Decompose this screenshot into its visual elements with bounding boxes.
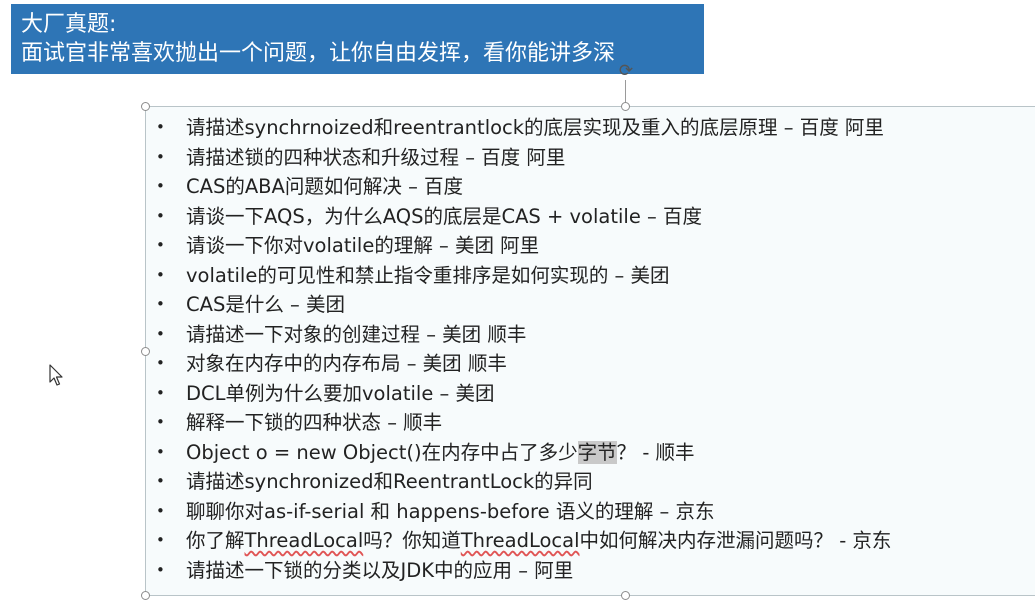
item-text-part: Object o = new Object()在内存中占了多少: [186, 440, 578, 464]
item-text: 请描述一下对象的创建过程 – 美团 顺丰: [186, 322, 527, 346]
item-text: 聊聊你对as-if-serial 和 happens-before 语义的理解 …: [186, 499, 715, 523]
item-text: 请描述synchrnoized和reentrantlock的底层实现及重入的底层…: [186, 116, 884, 139]
bullet: •: [156, 236, 165, 254]
list-item: • 对象在内存中的内存布局 – 美团 顺丰: [146, 350, 1035, 380]
item-text: 请谈一下你对volatile的理解 – 美团 阿里: [186, 234, 540, 257]
spellcheck-word: ThreadLocal: [244, 529, 364, 552]
resize-handle-bottom-middle[interactable]: [621, 591, 630, 600]
item-text: 解释一下锁的四种状态 – 顺丰: [186, 411, 443, 434]
bullet: •: [156, 354, 165, 372]
item-text: 请谈一下AQS，为什么AQS的底层是CAS + volatile – 百度: [186, 204, 702, 228]
resize-handle-top-middle[interactable]: [621, 102, 630, 111]
list-item: • 聊聊你对as-if-serial 和 happens-before 语义的理解…: [146, 498, 1035, 528]
item-text: volatile的可见性和禁止指令重排序是如何实现的 – 美团: [186, 263, 670, 287]
bullet: •: [156, 531, 165, 549]
item-text: CAS是什么 – 美团: [186, 293, 345, 316]
list-item: • DCL单例为什么要加volatile – 美团: [146, 380, 1035, 410]
mouse-pointer-icon: [49, 364, 63, 386]
rotate-handle-icon[interactable]: ⟳: [617, 62, 635, 80]
list-item: • 你了解ThreadLocal吗？你知道ThreadLocal中如何解决内存泄漏…: [146, 527, 1035, 557]
item-text: Object o = new Object()在内存中占了多少字节？ - 顺丰: [186, 440, 695, 466]
item-text-part: 你了解: [186, 529, 245, 552]
item-text-part: 吗？你知道: [363, 529, 461, 552]
bullet: •: [156, 177, 165, 195]
item-text: CAS的ABA问题如何解决 – 百度: [186, 175, 464, 198]
list-item: • 请谈一下AQS，为什么AQS的底层是CAS + volatile – 百度: [146, 203, 1035, 233]
title-box[interactable]: 大厂真题: 面试官非常喜欢抛出一个问题，让你自由发挥，看你能讲多深: [11, 4, 704, 74]
item-text: 你了解ThreadLocal吗？你知道ThreadLocal中如何解决内存泄漏问…: [186, 528, 891, 554]
list-item: • 请谈一下你对volatile的理解 – 美团 阿里: [146, 232, 1035, 262]
bullet: •: [156, 560, 165, 579]
list-item: • 解释一下锁的四种状态 – 顺丰: [146, 409, 1035, 439]
highlighted-selection[interactable]: 字节: [577, 440, 617, 464]
bullet: •: [156, 442, 165, 461]
bullet: •: [156, 265, 165, 284]
list-item: • CAS是什么 – 美团: [146, 291, 1035, 321]
bullet: •: [156, 118, 165, 136]
bullet: •: [156, 501, 165, 520]
list-item: • Object o = new Object()在内存中占了多少字节？ - 顺丰: [146, 439, 1035, 469]
item-text: 对象在内存中的内存布局 – 美团 顺丰: [186, 352, 507, 375]
title-line-1: 大厂真题:: [21, 12, 117, 37]
item-text-part: 中如何解决内存泄漏问题吗？ - 京东: [579, 529, 892, 552]
item-text: 请描述锁的四种状态和升级过程 – 百度 阿里: [186, 145, 566, 169]
bullet: •: [156, 413, 165, 431]
bullet: •: [156, 295, 165, 313]
title-line-2: 面试官非常喜欢抛出一个问题，让你自由发挥，看你能讲多深: [21, 41, 616, 66]
list-item: • 请描述synchrnoized和reentrantlock的底层实现及重入的底…: [146, 114, 1035, 144]
question-list-textbox[interactable]: • 请描述synchrnoized和reentrantlock的底层实现及重入的底…: [141, 102, 1035, 600]
bullet: •: [156, 147, 165, 166]
spellcheck-word: ThreadLocal: [460, 529, 580, 552]
item-text-part: ？ - 顺丰: [616, 440, 695, 464]
list-item: • 请描述锁的四种状态和升级过程 – 百度 阿里: [146, 144, 1035, 174]
bullet: •: [156, 472, 165, 490]
list-item: • 请描述一下对象的创建过程 – 美团 顺丰: [146, 321, 1035, 351]
resize-handle-bottom-left[interactable]: [141, 591, 150, 600]
item-text: DCL单例为什么要加volatile – 美团: [186, 381, 495, 405]
question-list: • 请描述synchrnoized和reentrantlock的底层实现及重入的底…: [146, 114, 1035, 586]
resize-handle-top-left[interactable]: [141, 102, 150, 111]
item-text: 请描述synchronized和ReentrantLock的异同: [186, 470, 593, 493]
list-item: • CAS的ABA问题如何解决 – 百度: [146, 173, 1035, 203]
list-item: • 请描述一下锁的分类以及JDK中的应用 – 阿里: [146, 557, 1035, 587]
bullet: •: [156, 383, 165, 402]
bullet: •: [156, 324, 165, 343]
item-text: 请描述一下锁的分类以及JDK中的应用 – 阿里: [186, 558, 574, 582]
list-item: • volatile的可见性和禁止指令重排序是如何实现的 – 美团: [146, 262, 1035, 292]
list-item: • 请描述synchronized和ReentrantLock的异同: [146, 468, 1035, 498]
bullet: •: [156, 206, 165, 225]
